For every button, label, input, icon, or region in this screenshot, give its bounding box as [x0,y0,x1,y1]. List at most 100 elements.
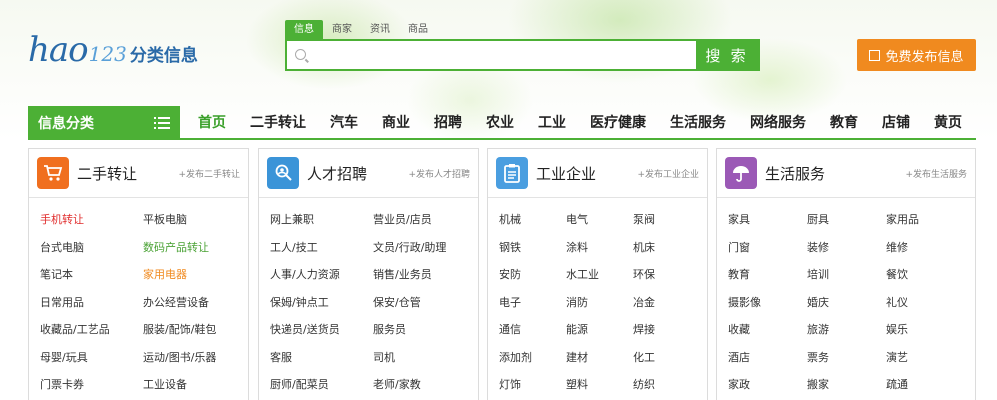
category-link[interactable]: 保安/仓管 [373,295,476,323]
search-tab-info[interactable]: 信息 [285,20,323,39]
nav-item[interactable]: 网络服务 [750,112,806,132]
category-link[interactable]: 装修 [807,240,886,268]
category-link[interactable]: 家用电器 [143,267,246,295]
category-link[interactable]: 机械 [499,212,566,240]
category-link[interactable]: 旅游 [807,322,886,350]
nav-item[interactable]: 商业 [382,112,410,132]
search-button[interactable]: 搜 索 [696,41,758,69]
category-link[interactable]: 维修 [886,240,965,268]
category-link[interactable]: 疏通 [886,377,965,400]
category-link[interactable]: 家具 [728,212,807,240]
category-link[interactable]: 文员/行政/助理 [373,240,476,268]
category-menu-button[interactable]: 信息分类 [28,106,180,140]
nav-item[interactable]: 教育 [830,112,858,132]
category-link[interactable]: 营业员/店员 [373,212,476,240]
card-post-link[interactable]: +发布生活服务 [905,167,967,180]
category-link[interactable]: 酒店 [728,350,807,378]
category-link[interactable]: 搬家 [807,377,886,400]
category-link[interactable]: 塑料 [566,377,633,400]
category-link[interactable]: 泵阀 [633,212,700,240]
nav-item[interactable]: 医疗健康 [590,112,646,132]
category-link[interactable]: 通信 [499,322,566,350]
category-link[interactable]: 台式电脑 [40,240,143,268]
category-link[interactable]: 票务 [807,350,886,378]
category-link[interactable]: 网上兼职 [270,212,373,240]
category-link[interactable]: 娱乐 [886,322,965,350]
category-link[interactable]: 安防 [499,267,566,295]
category-link[interactable]: 建材 [566,350,633,378]
category-link[interactable]: 运动/图书/乐器 [143,350,246,378]
category-link[interactable]: 化工 [633,350,700,378]
category-link[interactable]: 手机转让 [40,212,143,240]
category-link[interactable]: 快递员/送货员 [270,322,373,350]
category-link[interactable]: 涂料 [566,240,633,268]
category-link[interactable]: 电子 [499,295,566,323]
category-link[interactable]: 服装/配饰/鞋包 [143,322,246,350]
category-link[interactable]: 人事/人力资源 [270,267,373,295]
nav-item[interactable]: 店铺 [882,112,910,132]
category-link[interactable]: 纺织 [633,377,700,400]
category-link[interactable]: 门窗 [728,240,807,268]
category-link[interactable]: 办公经营设备 [143,295,246,323]
category-link[interactable]: 笔记本 [40,267,143,295]
card-post-link[interactable]: +发布人才招聘 [408,167,470,180]
nav-item[interactable]: 工业 [538,112,566,132]
category-link[interactable]: 客服 [270,350,373,378]
category-link[interactable]: 能源 [566,322,633,350]
category-link[interactable]: 工人/技工 [270,240,373,268]
search-tab-news[interactable]: 资讯 [361,20,399,39]
search-input[interactable] [287,41,696,69]
category-link[interactable]: 消防 [566,295,633,323]
category-link[interactable]: 收藏品/工艺品 [40,322,143,350]
card-post-link[interactable]: +发布二手转让 [178,167,240,180]
category-link[interactable]: 日常用品 [40,295,143,323]
category-link[interactable]: 环保 [633,267,700,295]
site-logo[interactable]: hao 123 分类信息 [28,30,198,70]
nav-item[interactable]: 农业 [486,112,514,132]
category-link[interactable]: 销售/业务员 [373,267,476,295]
category-link[interactable]: 收藏 [728,322,807,350]
category-link[interactable]: 厨师/配菜员 [270,377,373,400]
category-link[interactable]: 钢铁 [499,240,566,268]
card-title[interactable]: 二手转让 [77,163,137,184]
category-link[interactable]: 门票卡券 [40,377,143,400]
card-title[interactable]: 人才招聘 [307,163,367,184]
search-tab-merchant[interactable]: 商家 [323,20,361,39]
category-link[interactable]: 演艺 [886,350,965,378]
category-link[interactable]: 厨具 [807,212,886,240]
category-link[interactable]: 焊接 [633,322,700,350]
card-title[interactable]: 工业企业 [536,163,596,184]
category-link[interactable]: 服务员 [373,322,476,350]
free-post-button[interactable]: 免费发布信息 [857,39,976,71]
category-link[interactable]: 数码产品转让 [143,240,246,268]
card-post-link[interactable]: +发布工业企业 [637,167,699,180]
card-title[interactable]: 生活服务 [765,163,825,184]
category-link[interactable]: 水工业 [566,267,633,295]
category-link[interactable]: 母婴/玩具 [40,350,143,378]
nav-item[interactable]: 招聘 [434,112,462,132]
category-link[interactable]: 家用品 [886,212,965,240]
category-link[interactable]: 平板电脑 [143,212,246,240]
nav-item[interactable]: 二手转让 [250,112,306,132]
category-link[interactable]: 培训 [807,267,886,295]
category-link[interactable]: 机床 [633,240,700,268]
nav-item[interactable]: 首页 [198,112,226,132]
category-link[interactable]: 添加剂 [499,350,566,378]
category-link[interactable]: 司机 [373,350,476,378]
category-link[interactable]: 礼仪 [886,295,965,323]
category-link[interactable]: 电气 [566,212,633,240]
category-link[interactable]: 工业设备 [143,377,246,400]
category-link[interactable]: 教育 [728,267,807,295]
category-link[interactable]: 老师/家教 [373,377,476,400]
category-link[interactable]: 灯饰 [499,377,566,400]
category-link[interactable]: 家政 [728,377,807,400]
category-link[interactable]: 婚庆 [807,295,886,323]
category-link[interactable]: 冶金 [633,295,700,323]
search-tab-goods[interactable]: 商品 [399,20,437,39]
category-link[interactable]: 餐饮 [886,267,965,295]
category-link[interactable]: 保姆/钟点工 [270,295,373,323]
nav-item[interactable]: 汽车 [330,112,358,132]
category-link[interactable]: 摄影像 [728,295,807,323]
nav-item[interactable]: 生活服务 [670,112,726,132]
nav-item[interactable]: 黄页 [934,112,962,132]
